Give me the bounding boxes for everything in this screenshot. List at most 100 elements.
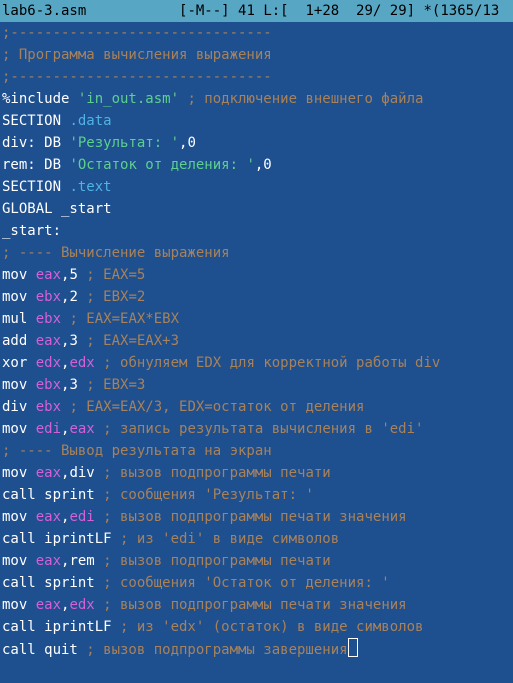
code-token: ,div (61, 465, 95, 481)
code-token: SECTION (2, 179, 70, 195)
code-token: .text (69, 179, 112, 195)
code-token: ;------------------------------- (2, 25, 272, 41)
code-token: ,rem (61, 553, 95, 569)
code-line[interactable]: mov ebx,2 ; EBX=2 (0, 286, 513, 308)
code-token: rem: DB (2, 157, 70, 173)
code-token: eax (35, 333, 62, 349)
code-token: ,2 (61, 289, 78, 305)
code-line[interactable]: call iprintLF ; из 'edi' в виде символов (0, 528, 513, 550)
code-token: ebx (35, 377, 62, 393)
code-token: div: DB (2, 135, 70, 151)
code-line[interactable]: _start: (0, 220, 513, 242)
code-token: ,5 (61, 267, 78, 283)
code-token: ; EAX=5 (77, 267, 146, 283)
status-size: *(1365/13 (423, 3, 500, 19)
code-line[interactable]: div: DB 'Результат: ',0 (0, 132, 513, 154)
code-token: eax (69, 421, 95, 437)
code-line[interactable]: SECTION .text (0, 176, 513, 198)
code-token: eax (35, 509, 62, 525)
code-token: ; из 'edi' в виде символов (111, 531, 340, 547)
code-token: ; обнуляем EDX для корректной работы div (94, 355, 441, 371)
code-line[interactable]: mov eax,edx ; вызов подпрограммы печати … (0, 594, 513, 616)
code-token: mov (2, 597, 36, 613)
code-token: ; EBX=2 (77, 289, 146, 305)
code-line[interactable]: %include 'in_out.asm' ; подключение внеш… (0, 88, 513, 110)
code-token: ; вызов подпрограммы печати (94, 465, 331, 481)
code-line[interactable]: ; Программа вычисления выражения (0, 44, 513, 66)
code-token: call iprintLF (2, 531, 112, 547)
code-token: ; из 'edx' (остаток) в виде символов (111, 619, 424, 635)
code-line[interactable]: mul ebx ; EAX=EAX*EBX (0, 308, 513, 330)
code-line[interactable]: mov eax,div ; вызов подпрограммы печати (0, 462, 513, 484)
code-token: SECTION (2, 113, 70, 129)
code-token: ;------------------------------- (2, 69, 272, 85)
code-token: ; EAX=EAX*EBX (61, 311, 180, 327)
code-token: ebx (35, 311, 62, 327)
code-token: edx (69, 597, 95, 613)
code-token: ; EAX=EAX+3 (77, 333, 180, 349)
code-token: eax (35, 553, 62, 569)
code-line[interactable]: ;------------------------------- (0, 22, 513, 44)
code-line[interactable]: div ebx ; EAX=EAX/3, EDX=остаток от деле… (0, 396, 513, 418)
code-token: ; EBX=3 (77, 377, 146, 393)
code-token: eax (35, 465, 62, 481)
code-token: ,3 (61, 377, 78, 393)
code-line[interactable]: mov edi,eax ; запись результата вычислен… (0, 418, 513, 440)
code-token: mov (2, 267, 36, 283)
text-cursor (347, 638, 358, 657)
code-token: GLOBAL _start (2, 201, 112, 217)
code-token: ; подключение внешнего файла (179, 91, 424, 107)
code-token: mov (2, 553, 36, 569)
code-token: mov (2, 289, 36, 305)
code-token: mov (2, 465, 36, 481)
code-token: mov (2, 421, 36, 437)
code-token: ; сообщения 'Остаток от деления: ' (94, 575, 390, 591)
status-position: L:[ 1+28 29/ 29] (263, 3, 416, 19)
code-token: mul (2, 311, 36, 327)
code-token: 'Результат: ' (69, 135, 180, 151)
code-line[interactable]: ;------------------------------- (0, 66, 513, 88)
code-token: ; вызов подпрограммы печати значения (94, 597, 407, 613)
code-line[interactable]: call quit ; вызов подпрограммы завершени… (0, 638, 513, 660)
editor-status-bar: lab6-3.asm [-M--] 41 L:[ 1+28 29/ 29] *(… (0, 0, 513, 22)
code-token: 'in_out.asm' (77, 91, 180, 107)
code-line[interactable]: xor edx,edx ; обнуляем EDX для корректно… (0, 352, 513, 374)
code-token: xor (2, 355, 36, 371)
code-token: ebx (35, 289, 62, 305)
code-line[interactable]: rem: DB 'Остаток от деления: ',0 (0, 154, 513, 176)
code-token: eax (35, 597, 62, 613)
code-line[interactable]: ; ---- Вычисление выражения (0, 242, 513, 264)
code-token: ; ---- Вывод результата на экран (2, 443, 272, 459)
code-token: 'Остаток от деления: ' (69, 157, 255, 173)
code-token: ebx (35, 399, 62, 415)
code-token: mov (2, 377, 36, 393)
code-token: ; EAX=EAX/3, EDX=остаток от деления (61, 399, 365, 415)
code-token: ; вызов подпрограммы завершения (77, 642, 348, 658)
code-token: ,0 (179, 135, 196, 151)
code-token: call quit (2, 642, 78, 658)
code-token: eax (35, 267, 62, 283)
code-token: %include (2, 91, 78, 107)
code-line[interactable]: call sprint ; сообщения 'Остаток от деле… (0, 572, 513, 594)
code-line[interactable]: SECTION .data (0, 110, 513, 132)
code-line[interactable]: mov eax,rem ; вызов подпрограммы печати (0, 550, 513, 572)
code-token: ; ---- Вычисление выражения (2, 245, 230, 261)
code-token: div (2, 399, 36, 415)
code-line[interactable]: GLOBAL _start (0, 198, 513, 220)
code-line[interactable]: ; ---- Вывод результата на экран (0, 440, 513, 462)
code-token: ,3 (61, 333, 78, 349)
code-token: ,0 (254, 157, 272, 173)
code-line[interactable]: mov eax,edi ; вызов подпрограммы печати … (0, 506, 513, 528)
code-editor-area[interactable]: ;------------------------------- ; Програ… (0, 22, 513, 660)
code-line[interactable]: call iprintLF ; из 'edx' (остаток) в вид… (0, 616, 513, 638)
code-token: edx (35, 355, 62, 371)
code-token: edx (69, 355, 95, 371)
code-line[interactable]: mov ebx,3 ; EBX=3 (0, 374, 513, 396)
code-token: call iprintLF (2, 619, 112, 635)
code-token: ; вызов подпрограммы печати значения (94, 509, 407, 525)
code-token: _start: (2, 223, 62, 239)
code-line[interactable]: add eax,3 ; EAX=EAX+3 (0, 330, 513, 352)
code-line[interactable]: mov eax,5 ; EAX=5 (0, 264, 513, 286)
status-filename: lab6-3.asm (2, 3, 87, 19)
code-line[interactable]: call sprint ; сообщения 'Результат: ' (0, 484, 513, 506)
